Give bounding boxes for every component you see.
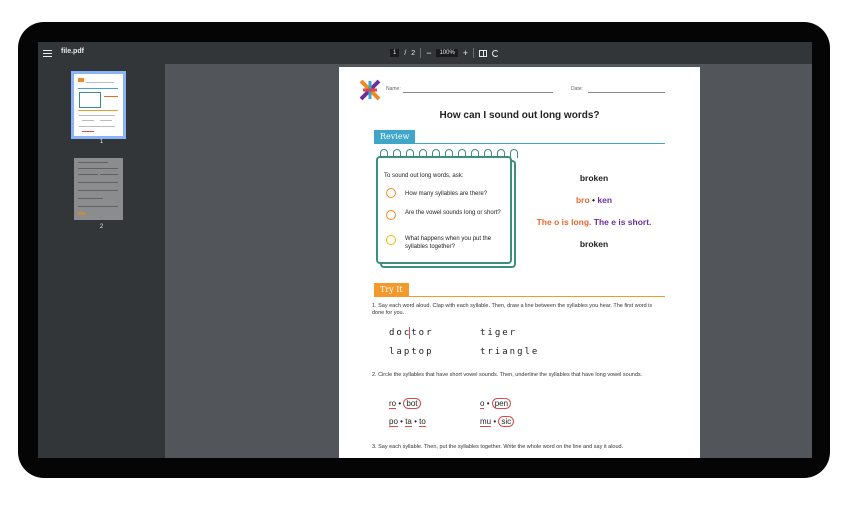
vowel-explanation: The o is long. The e is short. [519, 217, 669, 227]
syllable-1: bro [575, 195, 590, 205]
question-1: How many syllables are there? [405, 191, 488, 197]
name-label: Name: [386, 86, 401, 92]
question-2: Are the vowel sounds long or short? [405, 210, 501, 216]
word-doctor: doctor [389, 328, 434, 338]
file-name: file.pdf [61, 48, 84, 55]
question-2-text: 2. Circle the syllables that have short … [372, 372, 643, 378]
review-rule [374, 143, 665, 144]
syllable: to [419, 417, 426, 427]
word-music: mu • sic [480, 416, 515, 427]
zoom-input[interactable]: 100% [436, 49, 458, 57]
pdf-page: Name: Date: How can I sound out long wor… [339, 67, 700, 458]
total-pages: 2 [411, 49, 416, 57]
magnifier-icon [386, 210, 396, 220]
zoom-out-button[interactable]: − [426, 48, 431, 58]
thumbnail-label: 1 [99, 139, 104, 145]
page-separator: / [404, 49, 407, 57]
word-triangle: triangle [480, 347, 540, 357]
syllable-dot: • [400, 417, 403, 426]
page-thumbnail-1[interactable] [71, 71, 126, 139]
date-line [588, 92, 665, 93]
brand-logo [359, 79, 381, 101]
word-open: o • pen [480, 398, 512, 409]
syllable: o [480, 399, 485, 409]
question-3-text: 3. Say each syllable. Then, put the syll… [372, 444, 624, 450]
word-potato: po • ta • to [389, 417, 426, 427]
menu-icon[interactable] [43, 47, 52, 59]
magnifier-icon [386, 188, 396, 198]
thumbnail-label: 2 [99, 224, 104, 230]
name-line [403, 92, 553, 93]
example-result: broken [579, 239, 609, 249]
short-vowel-note: The e is short. [593, 217, 652, 227]
fit-page-icon[interactable] [479, 49, 488, 57]
syllable: pen [491, 398, 512, 409]
syllable: ta [405, 417, 412, 427]
example-word: broken [579, 173, 609, 183]
question-3: What happens when you put the syllables … [405, 236, 492, 250]
syllable-dot: • [486, 399, 490, 408]
syllable: ro [389, 399, 397, 409]
syllable: sic [498, 416, 515, 427]
thumbnail-sidebar: 1 2 [38, 64, 165, 458]
try-it-tag: Try It [374, 283, 409, 296]
page-thumbnail-2[interactable] [74, 158, 123, 220]
syllable-dot: • [398, 399, 402, 408]
syllable: bot [403, 398, 421, 409]
toolbar-divider [420, 48, 422, 58]
question-1-text: 1. Say each word aloud. Clap with each s… [372, 303, 653, 316]
syllable-dot: • [414, 417, 417, 426]
review-tag: Review [374, 130, 416, 143]
viewer-toolbar: file.pdf 1 / 2 − 100% + [38, 42, 812, 64]
word-laptop: laptop [389, 347, 434, 357]
divider-mark [409, 327, 410, 339]
long-vowel-note: The o is long. [536, 217, 592, 227]
notebook-rings [380, 149, 518, 158]
word-robot: ro • bot [389, 398, 421, 409]
page-number-input[interactable]: 1 [390, 49, 400, 57]
try-it-rule [374, 296, 665, 297]
note-intro: To sound out long words, ask: [384, 173, 464, 179]
rotate-icon[interactable] [492, 49, 500, 57]
syllable-dot: • [493, 417, 497, 426]
syllable: po [389, 417, 398, 427]
syllable-2: ken [597, 195, 613, 205]
lightbulb-icon [386, 235, 396, 245]
syllable-dot: • [592, 195, 596, 205]
example-syllables: bro • ken [529, 195, 659, 205]
page-zoom-controls: 1 / 2 − 100% + [390, 46, 500, 60]
date-label: Date: [571, 86, 583, 92]
syllable: mu [480, 417, 492, 427]
pdf-viewer: file.pdf 1 / 2 − 100% + 1 2 Name: Date: … [38, 42, 812, 458]
toolbar-divider [473, 48, 475, 58]
worksheet-title: How can I sound out long words? [439, 110, 600, 121]
word-tiger: tiger [480, 328, 518, 338]
zoom-in-button[interactable]: + [463, 48, 468, 58]
